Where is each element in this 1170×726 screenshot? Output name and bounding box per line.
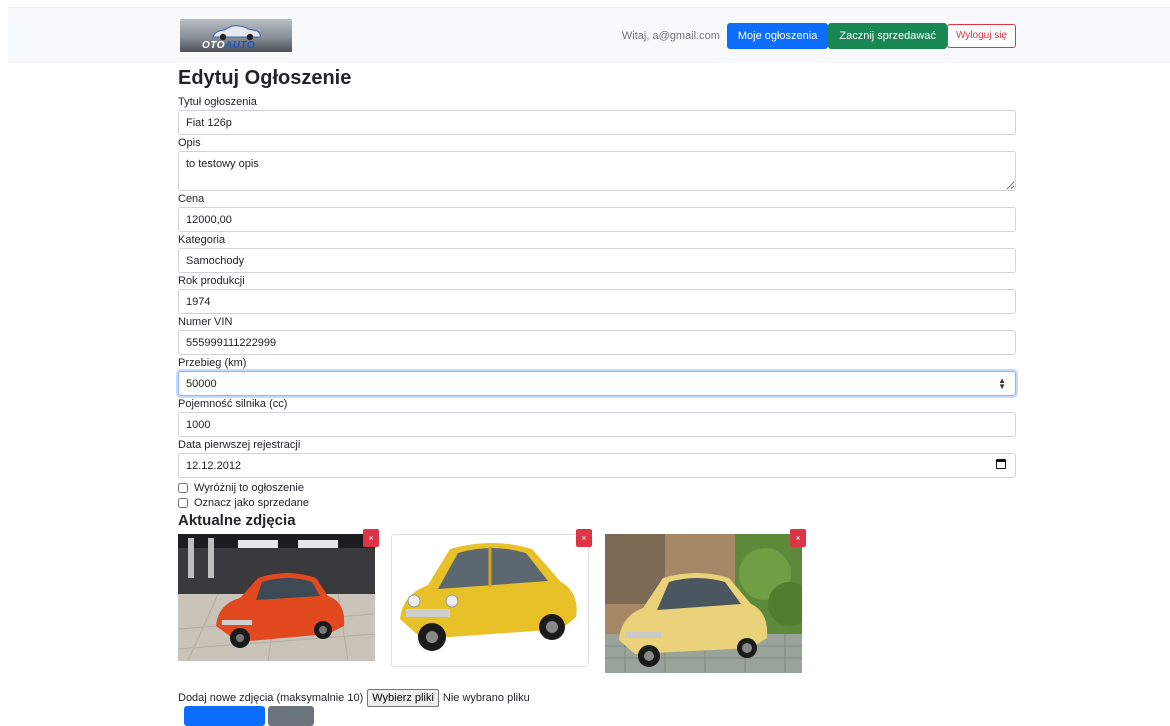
year-label: Rok produkcji [178, 275, 245, 287]
registration-date-label: Data pierwszej rejestracji [178, 439, 301, 451]
yellow-fiat-photo-outdoor [605, 534, 802, 673]
cancel-button[interactable] [268, 706, 314, 726]
start-selling-button[interactable]: Zacznij sprzedawać [828, 23, 947, 49]
navbar: OTOAUTO Witaj, a@gmail.com Moje ogłoszen… [8, 7, 1170, 63]
upload-label: Dodaj nowe zdjęcia (maksymalnie 10) [178, 692, 364, 704]
mileage-label: Przebieg (km) [178, 357, 247, 369]
vin-label: Numer VIN [178, 316, 233, 328]
yellow-fiat-photo-white-bg [391, 534, 589, 667]
form-actions [184, 706, 314, 726]
description-textarea[interactable]: to testowy opis [178, 151, 1016, 191]
price-label: Cena [178, 193, 205, 205]
delete-photo-1-button[interactable]: × [363, 529, 379, 547]
current-photos-gallery: × × × [178, 529, 1016, 684]
number-spinner-icon[interactable]: ▲ ▼ [998, 377, 1006, 391]
current-photos-heading: Aktualne zdjęcia [178, 512, 296, 529]
site-logo[interactable]: OTOAUTO [180, 19, 292, 52]
orange-fiat-photo [178, 534, 375, 661]
featured-checkbox[interactable] [178, 482, 188, 493]
sold-checkbox[interactable] [178, 497, 188, 508]
title-label: Tytuł ogłoszenia [178, 96, 257, 108]
choose-files-button[interactable]: Wybierz pliki [367, 689, 439, 707]
year-input[interactable] [178, 289, 1016, 314]
category-label: Kategoria [178, 234, 226, 246]
category-input[interactable] [178, 248, 1016, 273]
page-title: Edytuj Ogłoszenie [178, 67, 352, 89]
save-button[interactable] [184, 706, 265, 726]
sold-label: Oznacz jako sprzedane [194, 496, 309, 509]
engine-label: Pojemność silnika (cc) [178, 398, 288, 410]
no-file-text: Nie wybrano pliku [442, 692, 530, 704]
welcome-text: Witaj, a@gmail.com [621, 30, 720, 42]
engine-capacity-input[interactable] [178, 412, 1016, 437]
mileage-input[interactable] [178, 371, 1016, 396]
featured-label: Wyróżnij to ogłoszenie [194, 481, 304, 494]
photo-upload-row: Dodaj nowe zdjęcia (maksymalnie 10) Wybi… [178, 689, 530, 707]
delete-photo-3-button[interactable]: × [790, 529, 806, 547]
featured-checkbox-row: Wyróżnij to ogłoszenie [178, 480, 1016, 495]
car-logo-icon [212, 25, 261, 41]
delete-photo-2-button[interactable]: × [576, 529, 592, 547]
logout-button[interactable]: Wyloguj się [946, 24, 1016, 48]
sold-checkbox-row: Oznacz jako sprzedane [178, 495, 1016, 510]
vin-input[interactable] [178, 330, 1016, 355]
edit-listing-form: Edytuj Ogłoszenie Tytuł ogłoszenia Opis … [178, 63, 1016, 684]
calendar-icon[interactable] [996, 459, 1006, 469]
title-input[interactable] [178, 110, 1016, 135]
my-listings-button[interactable]: Moje ogłoszenia [726, 23, 829, 49]
price-input[interactable] [178, 207, 1016, 232]
logo-text: OTOAUTO [202, 40, 256, 51]
description-label: Opis [178, 137, 201, 149]
registration-date-input[interactable] [178, 453, 1016, 478]
